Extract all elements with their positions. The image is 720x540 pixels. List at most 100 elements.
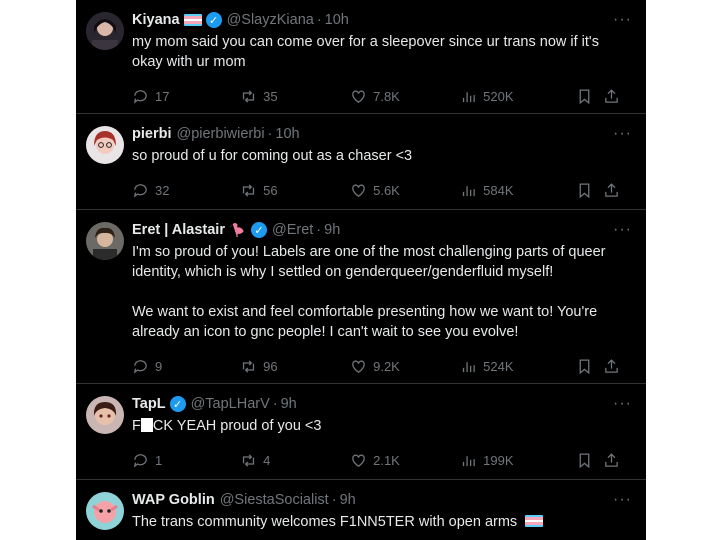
timestamp[interactable]: 10h [325, 12, 349, 28]
like-button[interactable]: 7.8K [350, 88, 460, 105]
tweet-header: pierbi @pierbiwierbi · 10h [132, 124, 630, 144]
like-count: 2.1K [373, 452, 400, 468]
like-count: 9.2K [373, 358, 400, 374]
reply-count: 32 [155, 182, 170, 198]
reply-icon [133, 89, 147, 104]
handle[interactable]: @SlayzKiana [227, 12, 314, 28]
retweet-count: 56 [263, 182, 278, 198]
more-options-icon[interactable]: ··· [613, 11, 632, 29]
views-button[interactable]: 520K [460, 88, 576, 105]
separator: · [267, 126, 273, 142]
avatar[interactable] [86, 492, 124, 530]
like-button[interactable]: 2.1K [350, 452, 460, 469]
avatar[interactable] [86, 12, 124, 50]
heart-icon [352, 360, 365, 373]
retweet-button[interactable]: 96 [240, 358, 350, 375]
bookmark-button[interactable] [576, 182, 603, 199]
share-icon [605, 182, 618, 197]
display-name[interactable]: Eret | Alastair [132, 222, 225, 238]
avatar[interactable] [86, 396, 124, 434]
like-count: 7.8K [373, 88, 400, 104]
action-bar: 32 56 5.6K 584K [132, 172, 630, 208]
trans-flag-icon [183, 14, 202, 26]
reply-icon [133, 183, 147, 198]
tweet[interactable]: pierbi @pierbiwierbi · 10h ··· so proud … [76, 114, 646, 210]
views-button[interactable]: 584K [460, 182, 576, 199]
like-button[interactable]: 5.6K [350, 182, 460, 199]
bookmark-icon [579, 358, 590, 374]
display-name[interactable]: pierbi [132, 126, 171, 142]
separator: · [272, 396, 278, 412]
more-options-icon[interactable]: ··· [613, 491, 632, 509]
heart-icon [352, 184, 365, 197]
retweet-button[interactable]: 4 [240, 452, 350, 469]
reply-count: 17 [155, 88, 170, 104]
retweet-count: 96 [263, 358, 278, 374]
timestamp[interactable]: 10h [275, 126, 299, 142]
views-button[interactable]: 199K [460, 452, 576, 469]
bookmark-button[interactable] [576, 88, 603, 105]
retweet-button[interactable]: 56 [240, 182, 350, 199]
flamingo-icon [229, 222, 247, 238]
share-button[interactable] [603, 88, 630, 105]
trans-flag-icon [525, 515, 544, 527]
handle[interactable]: @SiestaSocialist [220, 492, 329, 508]
separator: · [316, 222, 322, 238]
tweet-text: The trans community welcomes F1NN5TER wi… [132, 512, 630, 532]
tweet-text: F CK YEAH proud of you <3 [132, 416, 630, 436]
bookmark-button[interactable] [576, 358, 603, 375]
action-bar: 17 35 7.8K 520K [132, 78, 630, 114]
views-icon [463, 455, 475, 466]
share-icon [605, 358, 618, 373]
tweet-text: my mom said you can come over for a slee… [132, 34, 603, 70]
more-options-icon[interactable]: ··· [613, 221, 632, 239]
bookmark-button[interactable] [576, 452, 603, 469]
avatar[interactable] [86, 222, 124, 260]
view-count: 584K [483, 182, 514, 198]
more-options-icon[interactable]: ··· [613, 125, 632, 143]
like-button[interactable]: 9.2K [350, 358, 460, 375]
share-button[interactable] [603, 182, 630, 199]
reply-button[interactable]: 17 [132, 88, 240, 105]
reply-button[interactable]: 32 [132, 182, 240, 199]
views-icon [463, 361, 475, 372]
reply-button[interactable]: 9 [132, 358, 240, 375]
tweet[interactable]: WAP Goblin @SiestaSocialist · 9h ··· The… [76, 480, 646, 540]
handle[interactable]: @TapLHarV [191, 396, 270, 412]
heart-icon [352, 454, 365, 467]
view-count: 520K [483, 88, 514, 104]
retweet-icon [242, 89, 255, 103]
tweet-header: TapL ✓ @TapLHarV · 9h [132, 394, 630, 414]
views-button[interactable]: 524K [460, 358, 576, 375]
share-button[interactable] [603, 358, 630, 375]
handle[interactable]: @pierbiwierbi [176, 126, 264, 142]
handle[interactable]: @Eret [272, 222, 313, 238]
tweet-text-end: CK YEAH proud of you <3 [152, 418, 322, 434]
tweet[interactable]: Eret | Alastair ✓ @Eret · 9h ··· I'm so … [76, 210, 646, 384]
retweet-button[interactable]: 35 [240, 88, 350, 105]
tweet[interactable]: Kiyana ✓ @SlayzKiana · 10h ··· my mom sa… [76, 0, 646, 114]
reply-count: 9 [155, 358, 163, 374]
display-name[interactable]: WAP Goblin [132, 492, 215, 508]
share-button[interactable] [603, 452, 630, 469]
timestamp[interactable]: 9h [281, 396, 297, 412]
view-count: 199K [483, 452, 514, 468]
tweet-header: Eret | Alastair ✓ @Eret · 9h [132, 220, 630, 240]
avatar[interactable] [86, 126, 124, 164]
retweet-count: 35 [263, 88, 278, 104]
display-name[interactable]: Kiyana [132, 12, 180, 28]
timestamp[interactable]: 9h [340, 492, 356, 508]
display-name[interactable]: TapL [132, 396, 166, 412]
share-icon [605, 88, 618, 103]
more-options-icon[interactable]: ··· [613, 395, 632, 413]
reply-icon [133, 359, 147, 374]
views-icon [463, 91, 475, 102]
share-icon [605, 452, 618, 467]
tweet[interactable]: TapL ✓ @TapLHarV · 9h ··· F CK YEAH proud… [76, 384, 646, 480]
tweet-text: I'm so proud of you! Labels are one of t… [132, 244, 606, 340]
timestamp[interactable]: 9h [324, 222, 340, 238]
redaction-box [140, 418, 153, 432]
retweet-count: 4 [263, 452, 271, 468]
retweet-icon [242, 183, 255, 197]
reply-button[interactable]: 1 [132, 452, 240, 469]
